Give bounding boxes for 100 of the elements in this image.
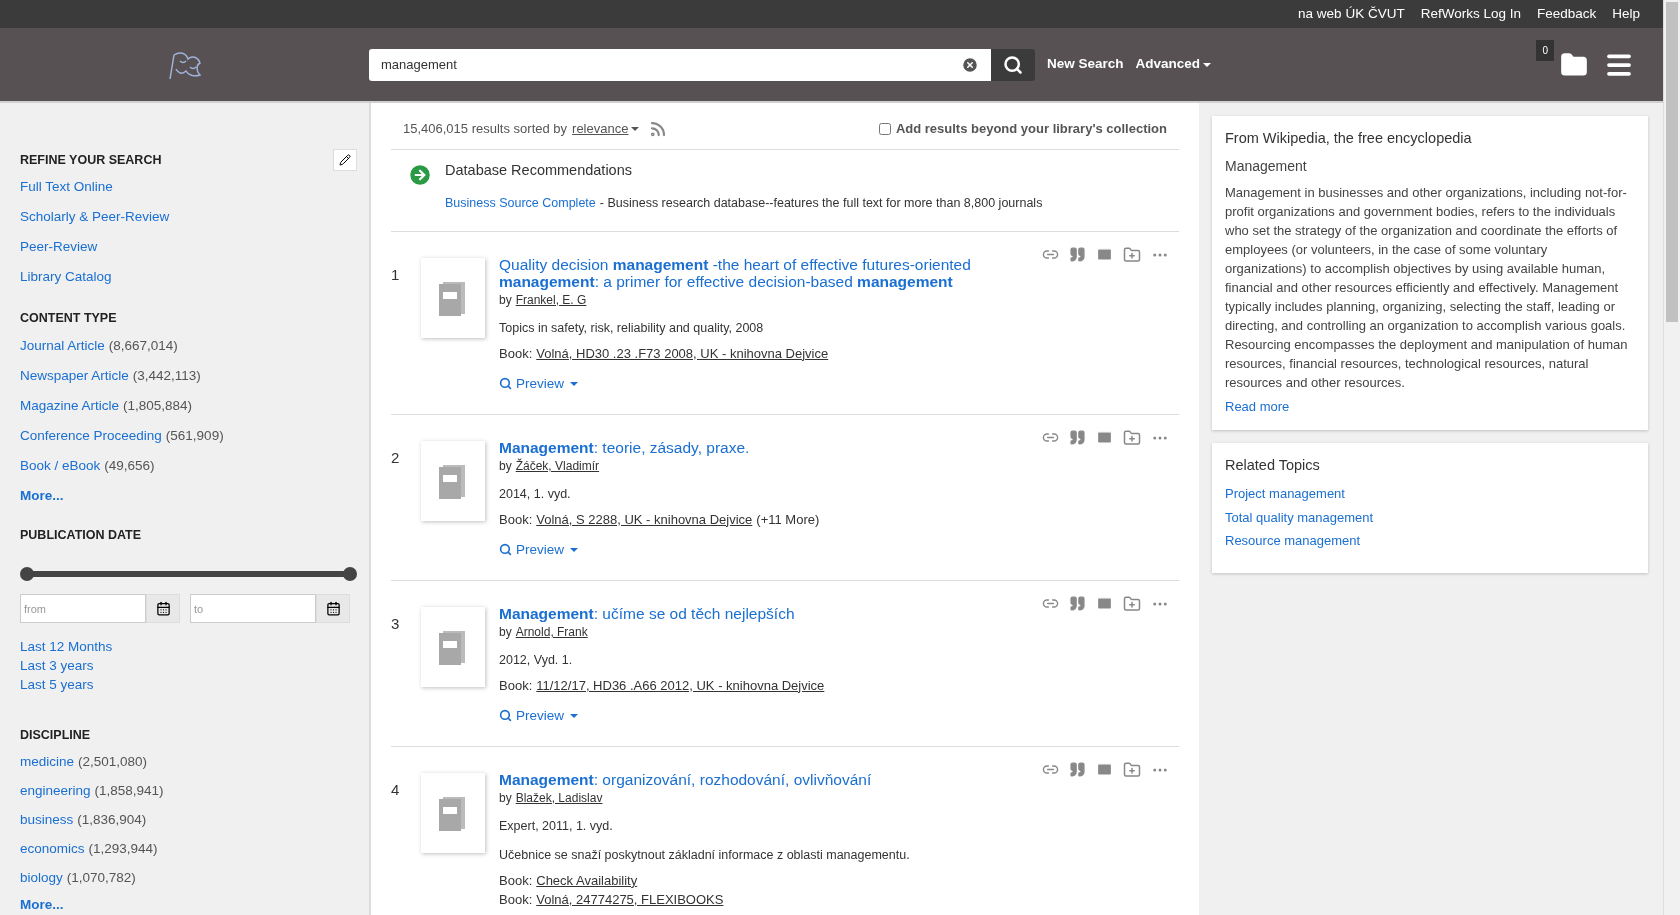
quote-icon[interactable] <box>1069 246 1086 263</box>
result-number: 2 <box>391 448 401 468</box>
date-preset-link[interactable]: Last 5 years <box>20 675 357 694</box>
wikipedia-title: Management <box>1225 156 1308 176</box>
result-title[interactable]: Management: organizování, rozhodování, ovlivňování <box>499 771 999 788</box>
top-link[interactable]: Feedback <box>1536 3 1597 25</box>
facet-link[interactable]: Book / eBook <box>20 455 101 476</box>
result-title[interactable]: Management: teorie, zásady, praxe. <box>499 439 999 456</box>
calendar-button[interactable] <box>146 594 180 623</box>
slider-handle[interactable] <box>343 566 357 581</box>
result-details: Expert, 2011, 1. vyd. <box>499 818 614 835</box>
facet-link[interactable]: medicine <box>20 751 75 772</box>
date-input-field[interactable]: to <box>190 594 316 623</box>
sort-dropdown[interactable]: relevance <box>572 119 640 139</box>
facet-link[interactable]: biology <box>20 867 63 888</box>
facet-link[interactable]: Journal Article <box>20 335 105 356</box>
caret-icon <box>570 381 578 386</box>
holding-extra: (+11 More) <box>756 510 820 529</box>
quote-icon[interactable] <box>1069 761 1086 778</box>
folder-icon[interactable] <box>1560 50 1588 79</box>
email-icon[interactable] <box>1096 246 1113 263</box>
result-title[interactable]: Management: učíme se od těch nejlepších <box>499 605 999 622</box>
facet-link[interactable]: Full Text Online <box>20 177 113 197</box>
quote-icon[interactable] <box>1069 429 1086 446</box>
date-input-field[interactable]: from <box>20 594 146 623</box>
by-label: by <box>499 458 512 475</box>
wikipedia-summary: Management in businesses and other organizations, including not-for-profit organizations and government bodies, refers to the individuals who set the strategy of the organization and coordinate the efforts of employees (or volunteers, in the case of some voluntary organizations) to accomplish objectives by using available human, financial and other resources efficiently and effectively. Management typically includes planning, organizing, selecting the staff, leading or directing, and controlling an organization to accomplish various goals. Resourcing encompasses the deployment and manipulation of human resources, financial resources, technological resources, natural resources and other resources. <box>1225 183 1629 392</box>
new-search-link[interactable]: New Search <box>1047 54 1124 75</box>
facet-count: (1,858,941) <box>94 781 164 800</box>
facet-link[interactable]: Magazine Article <box>20 395 120 416</box>
top-link[interactable]: Help <box>1612 3 1640 25</box>
caret-icon <box>1203 62 1212 67</box>
result-details: 2012, Vyd. 1. <box>499 652 574 669</box>
facet-link[interactable]: Library Catalog <box>20 267 112 287</box>
author-link[interactable]: Arnold, Frank <box>515 623 588 641</box>
facet-link[interactable]: Scholarly & Peer-Review <box>20 207 170 227</box>
add-to-folder-icon[interactable] <box>1123 595 1141 613</box>
search-icon <box>499 377 512 391</box>
by-label: by <box>499 292 512 309</box>
email-icon[interactable] <box>1096 429 1113 446</box>
email-icon[interactable] <box>1096 595 1113 612</box>
facet-link[interactable]: Peer-Review <box>20 237 98 257</box>
more-link[interactable]: More... <box>20 894 357 915</box>
database-description: - Business research database--features the full text for more than 8,800 journals <box>599 195 1043 213</box>
preview-button[interactable]: Preview <box>499 373 578 394</box>
add-to-folder-icon[interactable] <box>1123 761 1141 779</box>
facet-count: (49,656) <box>104 456 155 475</box>
author-link[interactable]: Frankel, E. G <box>515 291 587 309</box>
calendar-button[interactable] <box>316 594 350 623</box>
related-topic-link[interactable]: Project management <box>1225 484 1635 504</box>
edit-button[interactable] <box>333 149 357 171</box>
quote-icon[interactable] <box>1069 595 1086 612</box>
email-icon[interactable] <box>1096 761 1113 778</box>
search-input[interactable]: management <box>381 54 961 75</box>
calendar-icon <box>155 601 171 616</box>
caret-icon <box>570 547 578 552</box>
result-number: 1 <box>391 265 401 285</box>
facet-link[interactable]: Conference Proceeding <box>20 425 162 446</box>
holding-label: Book: <box>499 890 533 909</box>
author-link[interactable]: Žáček, Vladimír <box>515 457 600 475</box>
related-topic-link[interactable]: Resource management <box>1225 531 1635 551</box>
search-icon <box>499 543 512 557</box>
advanced-button[interactable]: Advanced <box>1135 54 1212 75</box>
date-preset-link[interactable]: Last 12 Months <box>20 637 357 656</box>
facet-link[interactable]: economics <box>20 838 85 859</box>
author-link[interactable]: Blažek, Ladislav <box>515 789 603 807</box>
book-icon <box>439 463 467 499</box>
scrollbar[interactable] <box>1663 0 1680 915</box>
facet-link[interactable]: engineering <box>20 780 91 801</box>
clear-icon[interactable] <box>961 55 979 74</box>
preview-button[interactable]: Preview <box>499 539 578 560</box>
read-more-link[interactable]: Read more <box>1225 396 1635 417</box>
beyond-collection-checkbox[interactable] <box>878 122 891 135</box>
facet-link[interactable]: business <box>20 809 74 830</box>
date-range-slider[interactable] <box>20 566 357 580</box>
holding-link[interactable]: Volná, HD30 .23 .F73 2008, UK - knihovna Dejvice <box>536 343 829 363</box>
holding-label: Book: <box>499 510 533 529</box>
holding-link[interactable]: Volná, 24774275, FLEXIBOOKS <box>536 889 724 909</box>
add-to-folder-icon[interactable] <box>1123 246 1141 264</box>
holding-link[interactable]: 11/12/17, HD36 .A66 2012, UK - knihovna Dejvice <box>536 675 825 695</box>
holding-link[interactable]: Check Availability <box>536 870 638 890</box>
holding-link[interactable]: Volná, S 2288, UK - knihovna Dejvice <box>536 509 753 529</box>
database-link[interactable]: Business Source Complete <box>445 194 596 213</box>
related-topic-link[interactable]: Total quality management <box>1225 507 1635 527</box>
top-link[interactable]: RefWorks Log In <box>1420 3 1521 25</box>
date-preset-link[interactable]: Last 3 years <box>20 656 357 675</box>
more-link[interactable]: More... <box>20 485 357 506</box>
facet-count: (1,293,944) <box>88 839 158 858</box>
add-to-folder-icon[interactable] <box>1123 429 1141 447</box>
result-title[interactable]: Quality decision management -the heart of effective futures-oriented management: a primer for effective decision-based management <box>499 256 999 290</box>
top-link[interactable]: na web ÚK ČVUT <box>1298 3 1405 25</box>
search-button[interactable] <box>991 48 1035 81</box>
slider-handle[interactable] <box>20 566 34 581</box>
rss-icon[interactable] <box>649 119 668 138</box>
facet-link[interactable]: Newspaper Article <box>20 365 129 386</box>
search-field[interactable]: management <box>369 48 991 81</box>
scrollbar-thumb[interactable] <box>1666 2 1678 322</box>
facet-count: (8,667,014) <box>108 336 178 355</box>
section-heading: DISCIPLINE <box>20 727 92 744</box>
preview-button[interactable]: Preview <box>499 705 578 726</box>
